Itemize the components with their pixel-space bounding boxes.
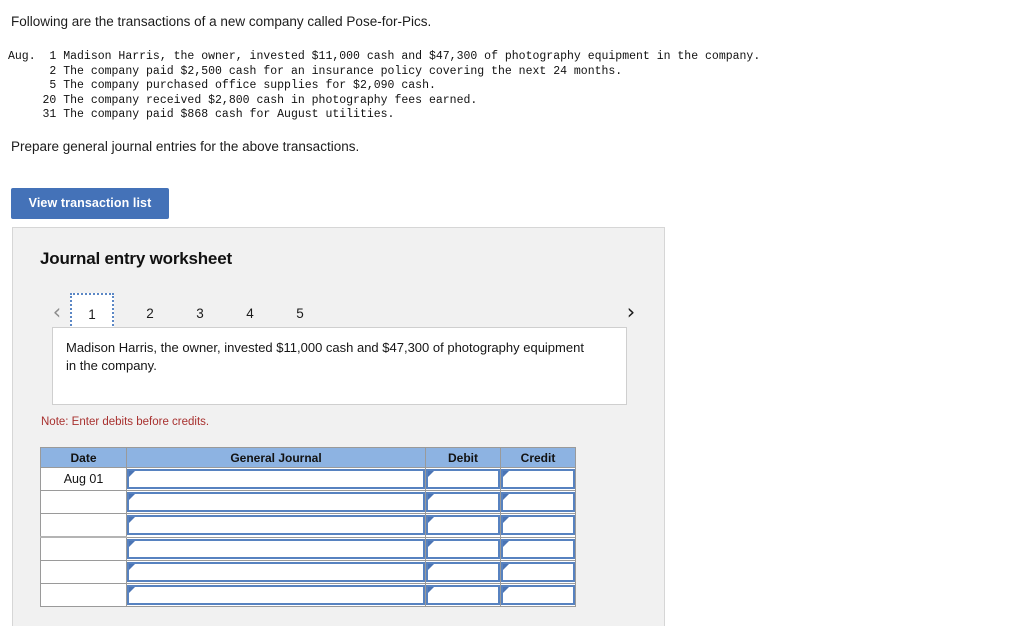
table-row	[40, 513, 576, 538]
credit-input-cell-6[interactable]	[500, 583, 576, 607]
debit-input-cell-3[interactable]	[425, 513, 501, 538]
journal-entry-worksheet-panel: Journal entry worksheet ‹ 1 2 3 4 5 › Ma…	[12, 227, 665, 626]
date-cell-6[interactable]	[40, 583, 127, 607]
account-input-4[interactable]	[127, 538, 425, 559]
intro-text: Following are the transactions of a new …	[11, 14, 432, 29]
debit-input-cell-6[interactable]	[425, 583, 501, 607]
credit-input-cell-3[interactable]	[500, 513, 576, 538]
column-header-debit: Debit	[425, 447, 501, 468]
prev-entry-icon[interactable]: ‹	[46, 298, 68, 326]
debit-input-cell-2[interactable]	[425, 490, 501, 514]
date-cell-4[interactable]	[40, 536, 127, 561]
debit-input-4[interactable]	[426, 538, 500, 559]
account-input-5[interactable]	[127, 562, 425, 582]
account-select-1[interactable]	[126, 467, 426, 491]
table-row	[40, 583, 576, 607]
debit-input-3[interactable]	[426, 515, 500, 536]
credit-input-cell-4[interactable]	[500, 536, 576, 561]
view-transaction-list-button[interactable]: View transaction list	[11, 188, 169, 219]
account-select-4[interactable]	[126, 536, 426, 561]
account-select-6[interactable]	[126, 583, 426, 607]
table-row	[40, 560, 576, 584]
account-select-2[interactable]	[126, 490, 426, 514]
account-select-5[interactable]	[126, 560, 426, 584]
instruction-text: Prepare general journal entries for the …	[11, 139, 360, 154]
account-select-3[interactable]	[126, 513, 426, 538]
column-header-credit: Credit	[500, 447, 576, 468]
debit-input-cell-5[interactable]	[425, 560, 501, 584]
next-entry-icon[interactable]: ›	[620, 298, 642, 326]
debits-before-credits-note: Note: Enter debits before credits.	[41, 416, 210, 428]
transaction-list-text: Aug. 1 Madison Harris, the owner, invest…	[8, 50, 761, 122]
general-journal-table: Date General Journal Debit Credit Aug 01	[40, 447, 576, 607]
table-row	[40, 490, 576, 514]
column-header-general-journal: General Journal	[126, 447, 426, 468]
credit-input-cell-2[interactable]	[500, 490, 576, 514]
account-input-3[interactable]	[127, 515, 425, 536]
credit-input-2[interactable]	[501, 492, 575, 512]
entry-description-box: Madison Harris, the owner, invested $11,…	[52, 327, 627, 405]
date-cell-3[interactable]	[40, 513, 127, 538]
credit-input-cell-5[interactable]	[500, 560, 576, 584]
worksheet-title: Journal entry worksheet	[40, 249, 232, 268]
table-row	[40, 536, 576, 561]
credit-input-1[interactable]	[501, 469, 575, 489]
credit-input-cell-1[interactable]	[500, 467, 576, 491]
date-cell-2[interactable]	[40, 490, 127, 514]
table-row: Aug 01	[40, 467, 576, 491]
debit-input-cell-4[interactable]	[425, 536, 501, 561]
column-header-date: Date	[40, 447, 127, 468]
debit-input-1[interactable]	[426, 469, 500, 489]
credit-input-4[interactable]	[501, 538, 575, 559]
entry-description-text: Madison Harris, the owner, invested $11,…	[66, 340, 584, 373]
account-input-1[interactable]	[127, 469, 425, 489]
debit-input-5[interactable]	[426, 562, 500, 582]
account-input-2[interactable]	[127, 492, 425, 512]
account-input-6[interactable]	[127, 585, 425, 605]
debit-input-2[interactable]	[426, 492, 500, 512]
credit-input-3[interactable]	[501, 515, 575, 536]
debit-input-cell-1[interactable]	[425, 467, 501, 491]
table-header-row: Date General Journal Debit Credit	[40, 447, 576, 468]
date-cell-1[interactable]: Aug 01	[40, 467, 127, 491]
credit-input-6[interactable]	[501, 585, 575, 605]
credit-input-5[interactable]	[501, 562, 575, 582]
debit-input-6[interactable]	[426, 585, 500, 605]
date-cell-5[interactable]	[40, 560, 127, 584]
